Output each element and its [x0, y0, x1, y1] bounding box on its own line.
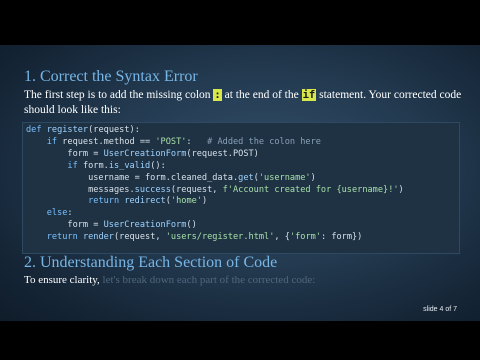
clarity-paragraph: To ensure clarity, let's break down each…: [24, 274, 315, 286]
code-line: if request.method == 'POST': # Added the…: [46, 136, 321, 147]
code-line: return redirect('home'): [88, 196, 208, 207]
intro-paragraph: The first step is to add the missing col…: [24, 88, 464, 118]
code-block: def register(request): if request.method…: [22, 122, 460, 254]
code-line: def register(request):: [26, 125, 140, 135]
code-line: return render(request, 'users/register.h…: [46, 232, 363, 243]
section-heading-2: 2. Understanding Each Section of Code: [24, 254, 278, 271]
code-content: def register(request): if request.method…: [23, 123, 459, 246]
presentation-slide: 1. Correct the Syntax Error The first st…: [0, 45, 480, 321]
if-code-highlight: if: [301, 89, 317, 101]
code-line: if form.is_valid():: [67, 160, 166, 171]
code-line: form = UserCreationForm(request.POST): [26, 148, 259, 159]
colon-code-highlight: :: [213, 89, 222, 101]
slide-number: slide 4 of 7: [423, 306, 457, 313]
clarity-text-faded: let's break down each part of the correc…: [102, 274, 316, 286]
code-line: messages.success(request, f'Account crea…: [26, 184, 404, 195]
code-line: username = form.cleaned_data.get('userna…: [26, 172, 316, 183]
intro-text-b: at the end of the: [221, 89, 302, 101]
intro-text-a: The first step is to add the missing col…: [24, 89, 214, 101]
section-heading-1: 1. Correct the Syntax Error: [24, 68, 198, 85]
clarity-text: To ensure clarity,: [24, 274, 103, 286]
code-line: else:: [46, 208, 73, 219]
code-line: form = UserCreationForm(): [26, 220, 197, 231]
